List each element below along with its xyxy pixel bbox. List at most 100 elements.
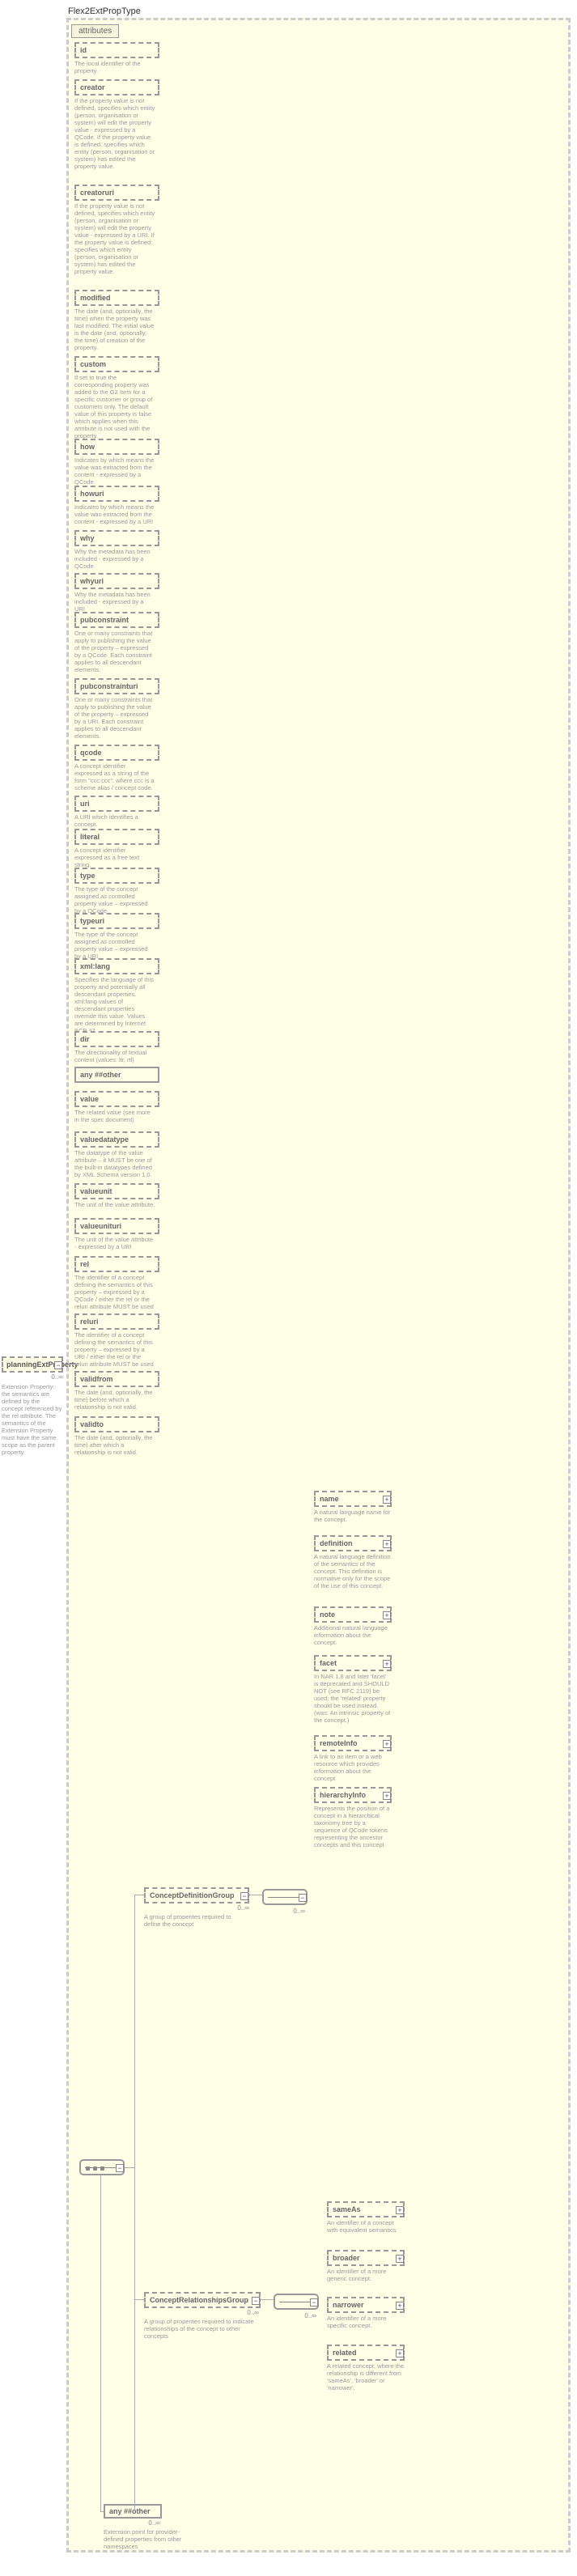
concept-relationships-group[interactable]: ConceptRelationshipsGroup −	[144, 2292, 261, 2308]
element-definition: definition+A natural language definition…	[314, 1535, 392, 1591]
attribute-desc: Why the metadata has been included - exp…	[74, 589, 155, 614]
attribute-box[interactable]: reluri	[74, 1313, 159, 1330]
element-name: related	[333, 2349, 357, 2357]
plus-icon[interactable]: +	[383, 1660, 391, 1668]
minus-icon[interactable]: −	[252, 2297, 260, 2305]
any-other-element[interactable]: any ##other	[104, 2504, 162, 2519]
element-note: note + Additional natural language informa…	[314, 1606, 392, 1648]
plus-icon[interactable]: +	[383, 1540, 391, 1548]
element-hierarchyInfo: hierarchyInfo+Represents the position of…	[314, 1787, 392, 1850]
attribute-desc: The identifier of a concept defining the…	[74, 1330, 155, 1369]
minus-icon[interactable]: −	[299, 1894, 307, 1902]
attribute-desc: The date (and, optionally, the time) bef…	[74, 1387, 155, 1412]
attribute-box[interactable]: uri	[74, 796, 159, 812]
attribute-box[interactable]: literal	[74, 829, 159, 845]
cardinality: 0..∞	[144, 2309, 259, 2316]
plus-icon[interactable]: +	[383, 1792, 391, 1800]
sequence-compositor[interactable]: −	[79, 2159, 125, 2175]
minus-icon[interactable]: −	[310, 2298, 318, 2307]
element-box[interactable]: note +	[314, 1606, 392, 1623]
element-name: note	[320, 1611, 335, 1619]
attribute-desc: The date (and, optionally, the time) whe…	[74, 306, 155, 353]
attribute-desc: The unit of the value attribute.	[74, 1199, 155, 1210]
attribute-box[interactable]: valueunit	[74, 1183, 159, 1199]
element-sameAs: sameAs+An identifier of a concept with e…	[327, 2201, 405, 2235]
connector	[125, 2167, 134, 2168]
connector	[134, 1895, 135, 2511]
attribute-box[interactable]: qcode	[74, 745, 159, 761]
attribute-box[interactable]: type	[74, 868, 159, 884]
sequence-compositor[interactable]: −	[262, 1889, 308, 1905]
plus-icon[interactable]: +	[396, 2302, 404, 2310]
attribute-howuri: howuriIndicates by which means the value…	[74, 486, 159, 527]
attribute-box[interactable]: id	[74, 42, 159, 58]
attribute-box[interactable]: dir	[74, 1031, 159, 1047]
concept-definition-group[interactable]: ConceptDefinitionGroup −	[144, 1887, 249, 1903]
plus-icon[interactable]: +	[396, 2255, 404, 2263]
attribute-literal: literalA concept identifier expressed as…	[74, 829, 159, 870]
attribute-rel: relThe identifier of a concept defining …	[74, 1256, 159, 1312]
attribute-box[interactable]: pubconstrainturi	[74, 678, 159, 694]
element-remoteInfo: remoteInfo+A link to an item or a web re…	[314, 1735, 392, 1784]
attribute-box[interactable]: typeuri	[74, 913, 159, 929]
element-desc: Additional natural language information …	[314, 1623, 392, 1648]
attribute-desc: If the property value is not defined, sp…	[74, 95, 155, 172]
attribute-desc: The local identifier of the property.	[74, 58, 155, 76]
attribute-id: idThe local identifier of the property.	[74, 42, 159, 76]
attribute-box[interactable]: value	[74, 1091, 159, 1107]
attribute-desc: Indicates by which means the value was e…	[74, 455, 155, 487]
minus-icon[interactable]: −	[54, 1361, 62, 1369]
minus-icon[interactable]: −	[116, 2164, 124, 2172]
attribute-box[interactable]: creatoruri	[74, 185, 159, 201]
attribute-dir: dirThe directionality of textual content…	[74, 1031, 159, 1065]
attribute-pubconstrainturi: pubconstrainturiOne or many constraints …	[74, 678, 159, 741]
element-box[interactable]: sameAs+	[327, 2201, 405, 2217]
element-name: definition	[320, 1539, 353, 1547]
attribute-box[interactable]: xml:lang	[74, 958, 159, 974]
any-attribute[interactable]: any ##other	[74, 1067, 159, 1083]
attribute-box[interactable]: whyuri	[74, 573, 159, 589]
attribute-desc: The datatype of the value attribute – it…	[74, 1148, 155, 1180]
element-box[interactable]: related +	[327, 2345, 405, 2361]
attribute-desc: A concept identifier expressed as a stri…	[74, 761, 155, 793]
cardinality: 0..∞	[144, 1904, 249, 1912]
attribute-desc: The date (and, optionally, the time) aft…	[74, 1432, 155, 1458]
element-box[interactable]: facet+	[314, 1655, 392, 1671]
attribute-pubconstraint: pubconstraintOne or many constraints tha…	[74, 612, 159, 675]
minus-icon[interactable]: −	[240, 1892, 248, 1900]
attribute-box[interactable]: why	[74, 530, 159, 546]
attribute-box[interactable]: valuedatatype	[74, 1131, 159, 1148]
attribute-desc: The identifier of a concept defining the…	[74, 1272, 155, 1312]
element-desc: A link to an item or a web resource whic…	[314, 1751, 392, 1784]
plus-icon[interactable]: +	[396, 2349, 404, 2357]
plus-icon[interactable]: +	[383, 1496, 391, 1504]
attribute-box[interactable]: modified	[74, 290, 159, 306]
element-box[interactable]: remoteInfo+	[314, 1735, 392, 1751]
element-desc: An identifier of a more specific concept…	[327, 2313, 405, 2331]
attribute-box[interactable]: pubconstraint	[74, 612, 159, 628]
element-box[interactable]: broader+	[327, 2250, 405, 2266]
element-desc: An identifier of a concept with equivale…	[327, 2217, 405, 2235]
element-box[interactable]: hierarchyInfo+	[314, 1787, 392, 1803]
plus-icon[interactable]: +	[383, 1611, 391, 1619]
attribute-box[interactable]: how	[74, 439, 159, 455]
attribute-desc: A concept identifier expressed as a free…	[74, 845, 155, 870]
attribute-box[interactable]: validto	[74, 1416, 159, 1432]
sequence-compositor[interactable]: −	[274, 2294, 319, 2310]
attribute-box[interactable]: custom	[74, 356, 159, 372]
attribute-box[interactable]: howuri	[74, 486, 159, 502]
element-box[interactable]: definition +	[314, 1535, 392, 1551]
element-narrower: narrower+An identifier of a more specifi…	[327, 2297, 405, 2331]
element-box[interactable]: name+	[314, 1491, 392, 1507]
plus-icon[interactable]: +	[396, 2206, 404, 2214]
cardinality: 0..∞	[274, 2312, 316, 2319]
attribute-typeuri: typeuriThe type of the concept assigned …	[74, 913, 159, 961]
attribute-box[interactable]: validfrom	[74, 1371, 159, 1387]
attribute-desc: One or many constraints that apply to pu…	[74, 694, 155, 741]
attribute-box[interactable]: rel	[74, 1256, 159, 1272]
attribute-box[interactable]: valueunituri	[74, 1218, 159, 1234]
root-element-box[interactable]: planningExtProperty −	[2, 1356, 63, 1373]
plus-icon[interactable]: +	[383, 1740, 391, 1748]
attribute-box[interactable]: creator	[74, 79, 159, 95]
element-box[interactable]: narrower+	[327, 2297, 405, 2313]
